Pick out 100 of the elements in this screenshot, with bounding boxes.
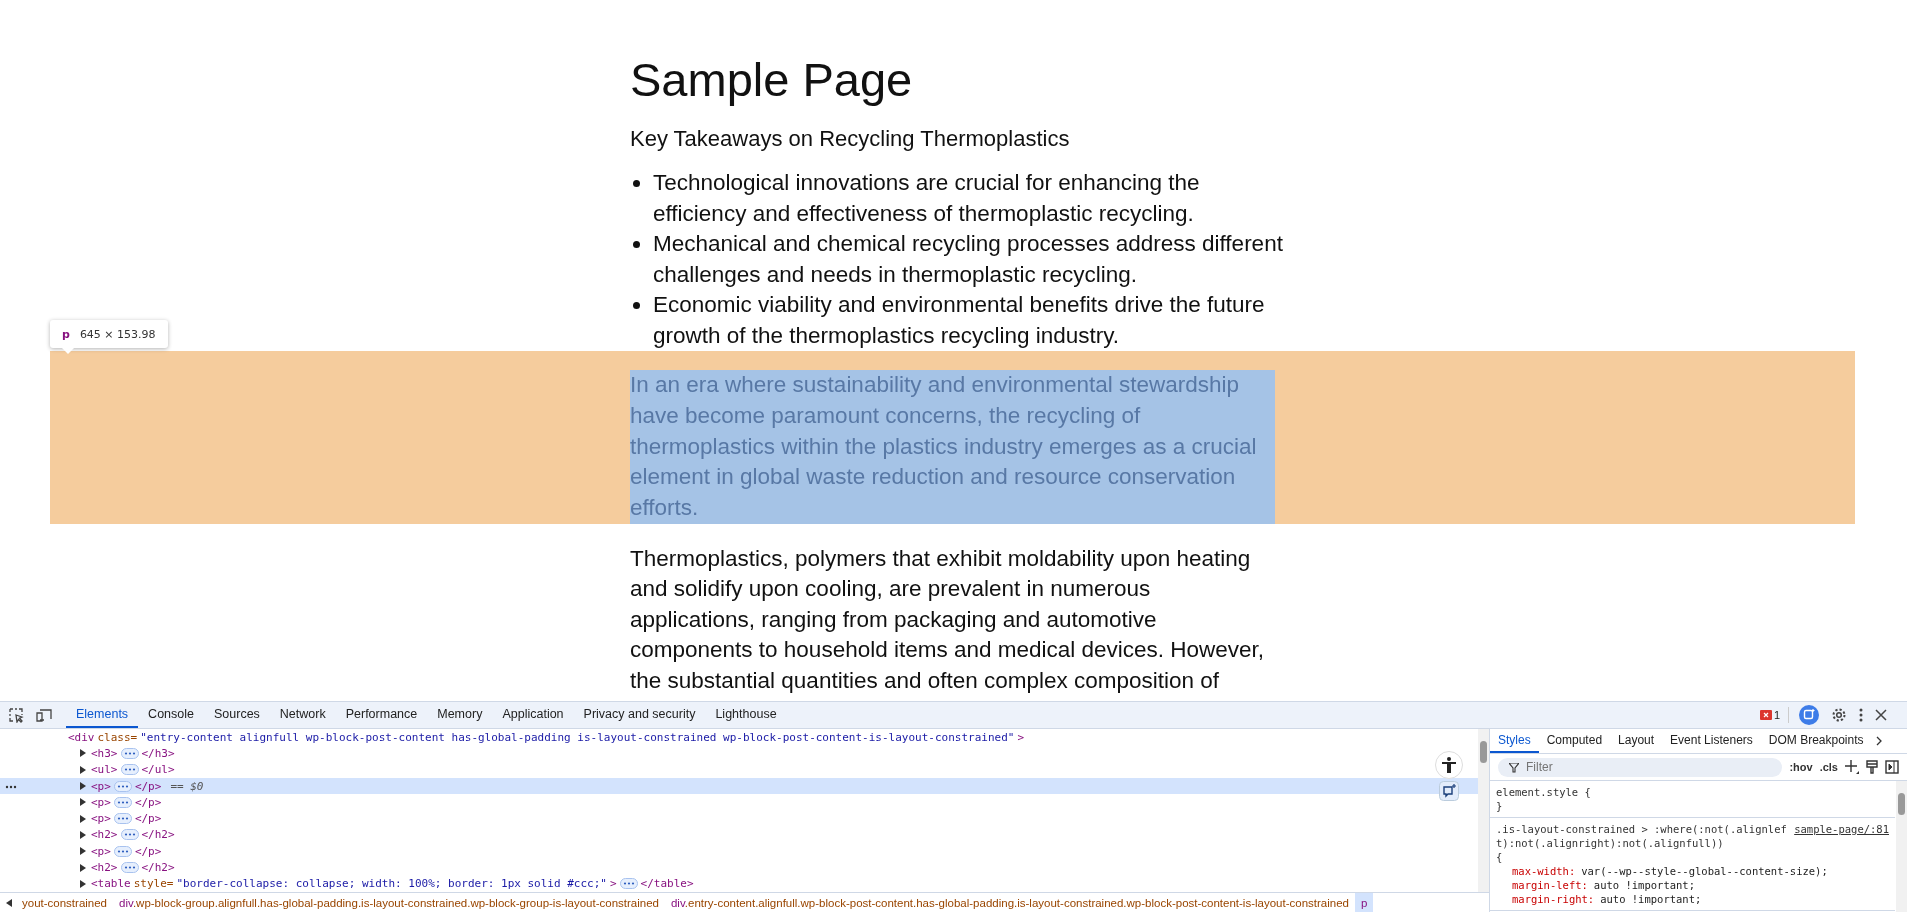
attribute-value: "border-collapse: collapse; width: 100%; border: 1px solid #ccc;" — [176, 877, 607, 891]
accessibility-icon[interactable] — [1435, 751, 1463, 780]
filter-toggle[interactable]: .cls — [1819, 761, 1838, 774]
tag-close: </p> — [134, 779, 162, 793]
highlighted-paragraph: In an era where sustainability and environmental stewardship have become paramount concerns, the recycling of thermoplastics within the plastics industry emerges as a crucial element in global waste reduction and resource conservation efforts. — [630, 370, 1275, 524]
tag-open: <p> — [91, 795, 111, 809]
error-counter[interactable]: 1 — [1759, 709, 1780, 722]
bullet-icon — [633, 302, 640, 309]
more-icon — [5, 784, 17, 789]
filter-toggle[interactable]: :hov — [1789, 761, 1813, 774]
tag-close: </h2> — [141, 828, 175, 842]
tag-bracket: > — [609, 877, 617, 891]
body-paragraph: Thermoplastics, polymers that exhibit moldability upon heating and solidify upon cooling, are prevalent in numerous applications, ranging from packaging and automotive components to household items and medical devices. However, the substantial quantities and often complex composition of — [630, 545, 1266, 695]
collapsed-content-icon[interactable] — [120, 829, 139, 841]
styles-pane-tab[interactable]: Layout — [1610, 729, 1663, 754]
styles-pane-tab[interactable]: Computed — [1538, 729, 1611, 754]
dom-node-row[interactable]: <ul> </ul> — [0, 761, 1478, 778]
breadcrumb[interactable]: div.entry-content.alignfull.wp-block-post-content.has-global-padding.is-layout-constrained.wp-block-post-content-is-layout-constrained — [664, 893, 1355, 912]
collapsed-content-icon[interactable] — [120, 747, 139, 759]
dom-node-row[interactable]: <p> </p> — [0, 810, 1478, 827]
tag-close: </table> — [640, 877, 694, 891]
scroll-left-icon[interactable] — [6, 898, 12, 907]
tag-close: </p> — [134, 844, 162, 858]
devtools-tab[interactable]: Memory — [427, 702, 493, 729]
scrollbar[interactable] — [1478, 729, 1489, 892]
breadcrumb[interactable]: yout-constrained — [16, 893, 114, 912]
css-selector: .is-layout-constrained > :where(:not(.alignleft):not(.alignright):not(.alignfull)) — [1496, 822, 1788, 851]
tooltip-tag: p — [62, 327, 70, 341]
dom-node-row[interactable]: <h3> </h3> — [0, 745, 1478, 762]
tag-close: </p> — [134, 812, 162, 826]
collapsed-content-icon[interactable] — [113, 780, 132, 792]
ai-hint-icon[interactable] — [1439, 781, 1459, 802]
dom-node-row[interactable]: <p> </p> — [0, 843, 1478, 860]
css-value[interactable]: auto !important; — [1593, 878, 1695, 893]
filter-icon — [1509, 762, 1519, 773]
breadcrumb[interactable]: p — [1355, 893, 1374, 912]
devtools-tab[interactable]: Network — [269, 702, 336, 729]
device-toolbar-icon[interactable] — [36, 707, 54, 724]
css-value[interactable]: auto !important; — [1600, 892, 1702, 907]
source-link[interactable]: sample-page/:81 — [1794, 822, 1889, 837]
devtools-tab[interactable]: Privacy and security — [573, 702, 706, 729]
breadcrumb[interactable]: div.wp-block-group.alignfull.has-global-padding.is-layout-constrained.wp-block-group-is-layout-constrained — [113, 893, 665, 912]
takeaway-item: Economic viability and environmental benefits drive the future growth of the thermoplastics recycling industry. — [653, 291, 1266, 350]
dom-node-row[interactable]: <table style= "border-collapse: collapse; width: 100%; border: 1px solid #ccc;" > </table> — [0, 875, 1478, 892]
bullet-icon — [633, 180, 640, 187]
filter-field[interactable]: Filter — [1498, 757, 1783, 777]
settings-icon[interactable] — [1831, 707, 1847, 724]
tag-open: <h2> — [91, 861, 118, 875]
sidebar-toggle-icon[interactable] — [1885, 760, 1899, 775]
css-property[interactable]: margin-right: — [1512, 892, 1595, 907]
devtools-tab[interactable]: Lighthouse — [705, 702, 787, 729]
tag-open: <h2> — [91, 828, 118, 842]
dom-node-row[interactable]: <h2> </h2> — [0, 826, 1478, 844]
devtools-tab[interactable]: Application — [492, 702, 574, 729]
dom-node-row[interactable]: <p> </p> — [0, 794, 1478, 811]
close-icon[interactable] — [1875, 709, 1887, 722]
collapsed-content-icon[interactable] — [619, 878, 638, 890]
tag-bracket: > — [1017, 730, 1025, 744]
chevron-icon[interactable] — [1875, 736, 1882, 747]
collapsed-content-icon[interactable] — [113, 845, 132, 857]
css-property[interactable]: max-width: — [1512, 864, 1576, 879]
tag-open: <table — [91, 877, 131, 891]
more-options-icon[interactable] — [1859, 707, 1863, 724]
tag-close: </h3> — [141, 746, 175, 760]
paint-brush-icon[interactable] — [1866, 760, 1878, 775]
devtools-tab[interactable]: Sources — [204, 702, 270, 729]
dom-node-row[interactable]: <p> </p> == $0 — [0, 777, 1478, 795]
attribute-name: style= — [133, 877, 174, 891]
collapsed-content-icon[interactable] — [120, 862, 139, 874]
dom-node-row[interactable]: <div class= "entry-content alignfull wp-block-post-content has-global-padding is-layout-constrained wp-block-post-content-is-layout-constrained" > — [0, 729, 1478, 746]
inspect-icon[interactable] — [8, 707, 24, 724]
error-icon — [1759, 710, 1772, 721]
page-title: Sample Page — [630, 52, 914, 108]
attribute-name: class= — [97, 730, 138, 744]
styles-pane-tab[interactable]: Styles — [1490, 729, 1539, 754]
devtools-tab[interactable]: Performance — [335, 702, 428, 729]
collapsed-content-icon[interactable] — [113, 796, 132, 808]
ai-assistant-icon[interactable] — [1799, 705, 1819, 726]
dom-node-row[interactable]: <h2> </h2> — [0, 859, 1478, 876]
tooltip-size: 645 × 153.98 — [79, 327, 156, 341]
devtools-tab[interactable]: Elements — [66, 702, 139, 729]
tag-open: <h3> — [91, 746, 118, 760]
styles-pane-tab[interactable]: DOM Breakpoints — [1760, 729, 1872, 754]
bullet-icon — [633, 241, 640, 248]
tag-open: <ul> — [91, 763, 118, 777]
tag-open: <p> — [91, 844, 111, 858]
css-value[interactable]: var(--wp--style--global--content-size); — [1581, 864, 1828, 879]
css-property[interactable]: margin-left: — [1512, 878, 1588, 893]
tag-close: </h2> — [141, 861, 175, 875]
attribute-value: "entry-content alignfull wp-block-post-content has-global-padding is-layout-constrained wp-block-post-content-is-layout-constrained" — [140, 730, 1015, 744]
styles-pane-tab[interactable]: Event Listeners — [1662, 729, 1761, 754]
add-icon[interactable] — [1845, 760, 1859, 775]
selected-node-marker: == $0 — [170, 779, 204, 793]
takeaway-item: Technological innovations are crucial for enhancing the efficiency and effectiveness of thermoplastic recycling. — [653, 169, 1201, 228]
devtools-tab[interactable]: Console — [138, 702, 204, 729]
scrollbar[interactable] — [1896, 781, 1907, 912]
collapsed-content-icon[interactable] — [113, 813, 132, 825]
tag-close: </p> — [134, 795, 162, 809]
collapsed-content-icon[interactable] — [120, 764, 139, 776]
tag-open: <div — [68, 730, 95, 744]
